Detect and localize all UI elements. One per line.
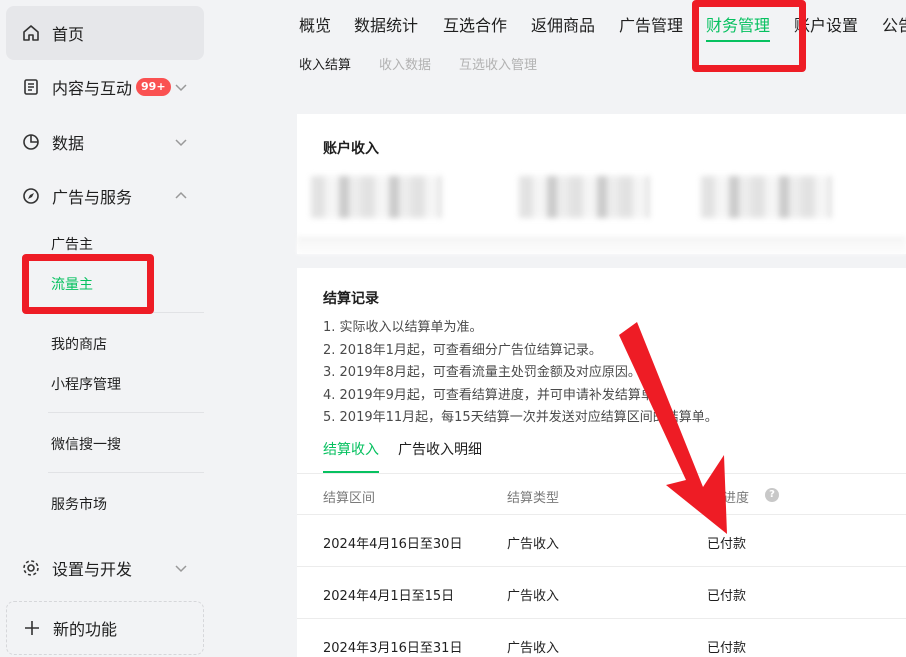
note-item: 5. 2019年11月起，每15天结算一次并发送对应结算区间的结算单。 <box>323 410 718 425</box>
blurred-income-value <box>701 176 831 218</box>
sidebar-item-miniprogram[interactable]: 小程序管理 <box>51 374 121 394</box>
settlement-records-title: 结算记录 <box>323 291 379 307</box>
divider <box>297 618 906 619</box>
divider <box>48 472 204 473</box>
divider <box>48 412 204 413</box>
table-cell-status: 已付款 <box>707 641 747 656</box>
nav-ads-label: 广告与服务 <box>52 188 133 207</box>
column-header-period: 结算区间 <box>323 491 376 506</box>
subtab-settlement[interactable]: 收入结算 <box>299 54 351 73</box>
table-cell-period: 2024年3月16日至31日 <box>323 641 463 656</box>
nav-content-label: 内容与互动 <box>52 79 133 98</box>
plus-icon <box>23 619 41 637</box>
divider <box>297 473 906 474</box>
tab-settlement-income[interactable]: 结算收入 <box>323 439 379 459</box>
home-icon <box>22 24 40 42</box>
highlight-box-publisher <box>22 254 154 314</box>
blurred-area <box>297 236 906 254</box>
table-cell-type: 广告收入 <box>507 589 560 604</box>
account-income-title: 账户收入 <box>323 141 379 157</box>
table-cell-status: 已付款 <box>707 589 747 604</box>
tab-commission[interactable]: 返佣商品 <box>531 12 595 36</box>
highlight-box-finance <box>692 0 806 72</box>
table-cell-period: 2024年4月16日至30日 <box>323 537 463 552</box>
sidebar: 首页 内容与互动 99+ 数据 广告与服务 广告主 流量主 我的商店 小程序管理… <box>0 0 212 657</box>
nav-home[interactable]: 首页 <box>6 6 204 60</box>
sidebar-item-advertiser[interactable]: 广告主 <box>51 234 93 254</box>
chevron-down-icon <box>175 565 187 573</box>
chevron-down-icon <box>175 84 187 92</box>
account-income-card: 账户收入 <box>297 114 906 254</box>
nav-settings-label: 设置与开发 <box>52 560 133 579</box>
nav-content[interactable]: 内容与互动 99+ <box>6 67 204 107</box>
tab-ad-income-detail[interactable]: 广告收入明细 <box>398 439 482 459</box>
sidebar-item-market[interactable]: 服务市场 <box>51 494 107 514</box>
subtab-mutual-income[interactable]: 互选收入管理 <box>459 54 537 73</box>
help-icon[interactable]: ? <box>765 488 779 502</box>
column-header-progress: 结算进度 <box>697 491 750 506</box>
compass-icon <box>22 187 40 205</box>
nav-data[interactable]: 数据 <box>6 122 204 162</box>
tab-cooperation[interactable]: 互选合作 <box>443 12 507 36</box>
new-feature-button[interactable]: 新的功能 <box>6 601 204 655</box>
table-cell-period: 2024年4月1日至15日 <box>323 589 455 604</box>
notes-list: 1. 实际收入以结算单为准。 2. 2018年1月起，可查看细分广告位结算记录。… <box>323 317 718 430</box>
tab-ad-management[interactable]: 广告管理 <box>619 12 683 36</box>
chevron-down-icon <box>175 139 187 147</box>
gear-icon <box>22 559 40 577</box>
column-header-type: 结算类型 <box>507 491 560 506</box>
sidebar-item-search[interactable]: 微信搜一搜 <box>51 434 121 454</box>
new-feature-label: 新的功能 <box>53 620 118 639</box>
note-item: 3. 2019年8月起，可查看流量主处罚金额及对应原因。 <box>323 365 641 380</box>
nav-settings[interactable]: 设置与开发 <box>6 548 204 588</box>
subtab-income-data[interactable]: 收入数据 <box>379 54 431 73</box>
nav-ads[interactable]: 广告与服务 <box>6 176 204 216</box>
document-icon <box>22 78 40 96</box>
blurred-income-value <box>311 176 441 218</box>
pie-chart-icon <box>22 133 40 151</box>
table-cell-status: 已付款 <box>707 537 747 552</box>
divider <box>297 566 906 567</box>
divider <box>297 514 906 515</box>
blurred-income-value <box>519 176 649 218</box>
tab-notice[interactable]: 公告 <box>882 12 906 36</box>
notification-badge: 99+ <box>136 78 171 96</box>
note-item: 4. 2019年9月起，可查看结算进度，并可申请补发结算单。 <box>323 387 667 403</box>
table-cell-type: 广告收入 <box>507 537 560 552</box>
chevron-up-icon <box>175 191 187 199</box>
note-item: 2. 2018年1月起，可查看细分广告位结算记录。 <box>323 342 602 358</box>
tab-overview[interactable]: 概览 <box>299 12 331 36</box>
nav-data-label: 数据 <box>52 134 85 153</box>
note-item: 1. 实际收入以结算单为准。 <box>323 320 483 335</box>
table-cell-type: 广告收入 <box>507 641 560 656</box>
tab-statistics[interactable]: 数据统计 <box>354 12 418 36</box>
settlement-records-card: 结算记录 1. 实际收入以结算单为准。 2. 2018年1月起，可查看细分广告位… <box>297 268 906 657</box>
nav-home-label: 首页 <box>52 25 85 44</box>
sidebar-item-my-store[interactable]: 我的商店 <box>51 334 107 354</box>
